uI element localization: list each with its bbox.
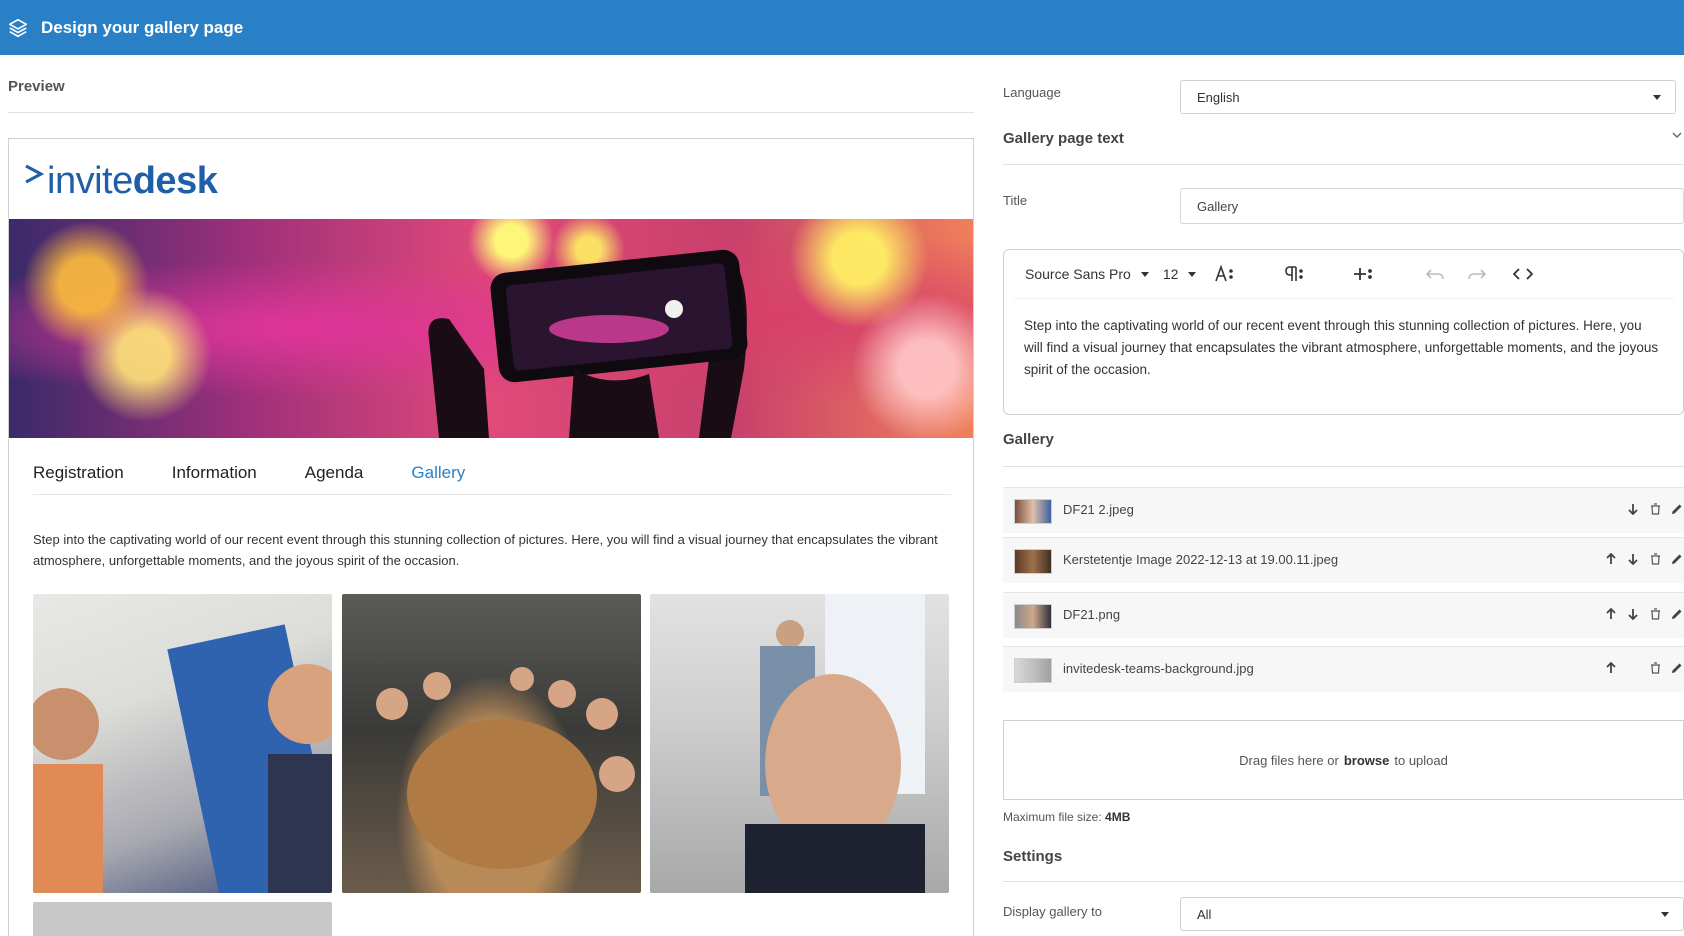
divider xyxy=(1003,164,1684,165)
preview-label: Preview xyxy=(8,78,65,95)
insert-icon[interactable] xyxy=(1352,264,1374,284)
redo-icon[interactable] xyxy=(1466,264,1488,284)
chevron-down-icon[interactable] xyxy=(1672,130,1682,140)
brand-text-light: invite xyxy=(47,159,133,202)
brand-chevron-icon xyxy=(25,164,45,184)
edit-icon[interactable] xyxy=(1670,607,1684,621)
gallery-photo[interactable] xyxy=(650,594,949,893)
paragraph-icon[interactable] xyxy=(1283,264,1305,284)
delete-icon[interactable] xyxy=(1648,552,1662,566)
file-actions xyxy=(1596,661,1684,675)
file-thumbnail xyxy=(1014,604,1052,629)
gallery-photo[interactable] xyxy=(33,594,332,893)
brand-text-bold: desk xyxy=(132,159,218,202)
settings-section-title: Settings xyxy=(1003,848,1063,865)
font-size-select[interactable]: 12 xyxy=(1163,266,1197,282)
delete-icon[interactable] xyxy=(1648,661,1662,675)
tab-information[interactable]: Information xyxy=(172,463,257,483)
phone-silhouette xyxy=(428,249,748,438)
file-name: Kerstetentje Image 2022-12-13 at 19.00.1… xyxy=(1063,552,1339,567)
delete-icon[interactable] xyxy=(1648,607,1662,621)
gallery-section-title: Gallery xyxy=(1003,431,1054,448)
file-name: DF21 2.jpeg xyxy=(1063,502,1134,517)
settings-panel: Language English Gallery page text Title… xyxy=(1003,55,1684,936)
display-gallery-value: All xyxy=(1197,906,1212,922)
max-file-size: Maximum file size: 4MB xyxy=(1003,810,1130,824)
file-actions xyxy=(1596,552,1684,566)
file-row: DF21.png xyxy=(1003,592,1684,638)
delete-icon[interactable] xyxy=(1648,502,1662,516)
caret-down-icon xyxy=(1661,912,1669,917)
font-family-select[interactable]: Source Sans Pro xyxy=(1025,266,1149,282)
layers-icon xyxy=(8,18,28,37)
file-thumbnail xyxy=(1014,499,1052,524)
divider xyxy=(8,112,974,113)
file-actions xyxy=(1596,502,1684,516)
move-down-icon[interactable] xyxy=(1626,552,1640,566)
max-file-size-value: 4MB xyxy=(1105,810,1131,824)
browse-link[interactable]: browse xyxy=(1344,753,1390,768)
file-row: Kerstetentje Image 2022-12-13 at 19.00.1… xyxy=(1003,537,1684,583)
upload-dropzone[interactable]: Drag files here or browse to upload xyxy=(1003,720,1684,800)
undo-icon[interactable] xyxy=(1424,264,1446,284)
caret-down-icon xyxy=(1188,271,1197,277)
divider xyxy=(1014,298,1674,299)
divider xyxy=(1003,466,1684,467)
title-input[interactable]: Gallery xyxy=(1180,188,1684,224)
move-down-icon[interactable] xyxy=(1626,502,1640,516)
gallery-photo[interactable] xyxy=(342,594,641,893)
dropzone-text: Drag files here or xyxy=(1239,752,1339,768)
banner-image xyxy=(9,219,973,438)
font-size-value: 12 xyxy=(1162,266,1179,282)
photo-art xyxy=(745,594,925,893)
edit-icon[interactable] xyxy=(1670,661,1684,675)
file-thumbnail xyxy=(1014,549,1052,574)
title-label: Title xyxy=(1003,193,1028,208)
file-row: invitedesk-teams-background.jpg xyxy=(1003,646,1684,692)
file-actions xyxy=(1596,607,1684,621)
language-label: Language xyxy=(1003,85,1061,100)
code-view-icon[interactable] xyxy=(1512,264,1534,284)
file-row: DF21 2.jpeg xyxy=(1003,487,1684,533)
tab-agenda[interactable]: Agenda xyxy=(305,463,364,483)
display-gallery-label: Display gallery to xyxy=(1003,904,1102,919)
file-name: invitedesk-teams-background.jpg xyxy=(1063,661,1254,676)
page-text-section-title[interactable]: Gallery page text xyxy=(1003,130,1124,147)
tab-registration[interactable]: Registration xyxy=(33,463,124,483)
file-thumbnail xyxy=(1014,658,1052,683)
header-bar: Design your gallery page xyxy=(0,0,1684,55)
edit-icon[interactable] xyxy=(1670,502,1684,516)
language-select-value: English xyxy=(1197,89,1240,105)
photo-art xyxy=(33,624,332,893)
gallery-photo[interactable] xyxy=(33,902,332,936)
text-style-icon[interactable] xyxy=(1214,264,1236,284)
caret-down-icon xyxy=(1653,95,1661,100)
editor-toolbar: Source Sans Pro 12 xyxy=(1004,250,1683,298)
font-family-value: Source Sans Pro xyxy=(1025,266,1131,282)
display-gallery-select[interactable]: All xyxy=(1180,897,1684,931)
dropzone-text: to upload xyxy=(1394,752,1448,768)
gallery-description: Step into the captivating world of our r… xyxy=(33,532,938,568)
move-down-icon[interactable] xyxy=(1626,607,1640,621)
max-file-size-label: Maximum file size: xyxy=(1003,810,1102,824)
preview-tabs: Registration Information Agenda Gallery xyxy=(33,452,951,495)
language-select[interactable]: English xyxy=(1180,80,1676,114)
rich-text-editor: Source Sans Pro 12 Step into the captiva… xyxy=(1003,249,1684,415)
edit-icon[interactable] xyxy=(1670,552,1684,566)
divider xyxy=(1003,881,1684,882)
file-name: DF21.png xyxy=(1063,607,1121,622)
caret-down-icon xyxy=(1140,271,1149,277)
photo-art xyxy=(376,667,635,869)
tab-gallery[interactable]: Gallery xyxy=(411,463,465,483)
move-up-icon[interactable] xyxy=(1604,552,1618,566)
editor-content[interactable]: Step into the captivating world of our r… xyxy=(1024,315,1664,381)
move-up-icon[interactable] xyxy=(1604,661,1618,675)
page-title: Design your gallery page xyxy=(41,17,244,37)
brand-text: invitedesk xyxy=(47,159,218,203)
move-up-icon[interactable] xyxy=(1604,607,1618,621)
preview-frame: invitedesk Registration Information Agen… xyxy=(8,138,974,936)
brand-logo: invitedesk xyxy=(23,153,218,209)
